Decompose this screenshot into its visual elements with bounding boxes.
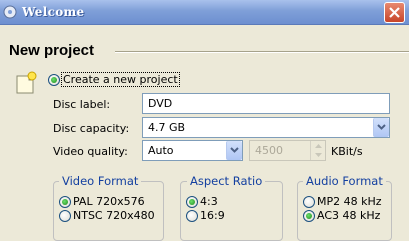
video-quality-dropdown-button[interactable] <box>226 141 242 160</box>
title-divider <box>115 51 409 53</box>
chevron-down-icon <box>230 147 239 153</box>
audio-format-ac3-label[interactable]: AC3 48 kHz <box>317 209 380 222</box>
disc-capacity-dropdown-button[interactable] <box>373 118 389 137</box>
bitrate-spinner[interactable]: 4500 <box>249 140 326 161</box>
video-format-pal-label[interactable]: PAL 720x576 <box>73 195 145 208</box>
window-title: Welcome <box>22 5 85 19</box>
title-bar[interactable]: Welcome <box>0 0 409 25</box>
aspect-ratio-4-3-label[interactable]: 4:3 <box>200 195 218 208</box>
video-format-title: Video Format <box>59 174 142 188</box>
disc-label-value: DVD <box>148 97 173 110</box>
new-document-icon <box>16 71 37 94</box>
audio-format-ac3-radio[interactable] <box>303 210 315 222</box>
chevron-down-icon <box>314 152 322 157</box>
disc-capacity-caption: Disc capacity: <box>53 122 130 135</box>
video-quality-value: Auto <box>148 144 174 157</box>
disc-capacity-value: 4.7 GB <box>148 121 186 134</box>
bitrate-spin-buttons[interactable] <box>310 141 325 160</box>
audio-format-title: Audio Format <box>303 174 386 188</box>
create-project-label[interactable]: Create a new project <box>61 72 180 87</box>
disc-capacity-select[interactable]: 4.7 GB <box>142 117 390 138</box>
app-icon <box>3 5 17 19</box>
audio-format-mp2-label[interactable]: MP2 48 kHz <box>317 195 382 208</box>
aspect-ratio-16-9-label[interactable]: 16:9 <box>200 209 225 222</box>
aspect-ratio-16-9-radio[interactable] <box>186 210 198 222</box>
close-button[interactable] <box>384 2 405 23</box>
video-quality-select[interactable]: Auto <box>142 140 243 161</box>
aspect-ratio-title: Aspect Ratio <box>187 174 266 188</box>
create-project-radio[interactable] <box>48 74 60 86</box>
bitrate-unit: KBit/s <box>331 145 363 158</box>
chevron-down-icon <box>377 124 386 130</box>
chevron-up-icon <box>314 143 322 148</box>
video-quality-caption: Video quality: <box>53 145 128 158</box>
close-icon <box>389 7 400 18</box>
page-title: New project <box>9 42 95 59</box>
video-format-ntsc-radio[interactable] <box>59 210 71 222</box>
audio-format-mp2-radio[interactable] <box>303 196 315 208</box>
disc-label-input[interactable]: DVD <box>142 93 390 114</box>
disc-label-caption: Disc label: <box>53 98 111 111</box>
aspect-ratio-4-3-radio[interactable] <box>186 196 198 208</box>
video-format-ntsc-label[interactable]: NTSC 720x480 <box>73 209 155 222</box>
bitrate-value: 4500 <box>255 144 283 157</box>
video-format-pal-radio[interactable] <box>59 196 71 208</box>
